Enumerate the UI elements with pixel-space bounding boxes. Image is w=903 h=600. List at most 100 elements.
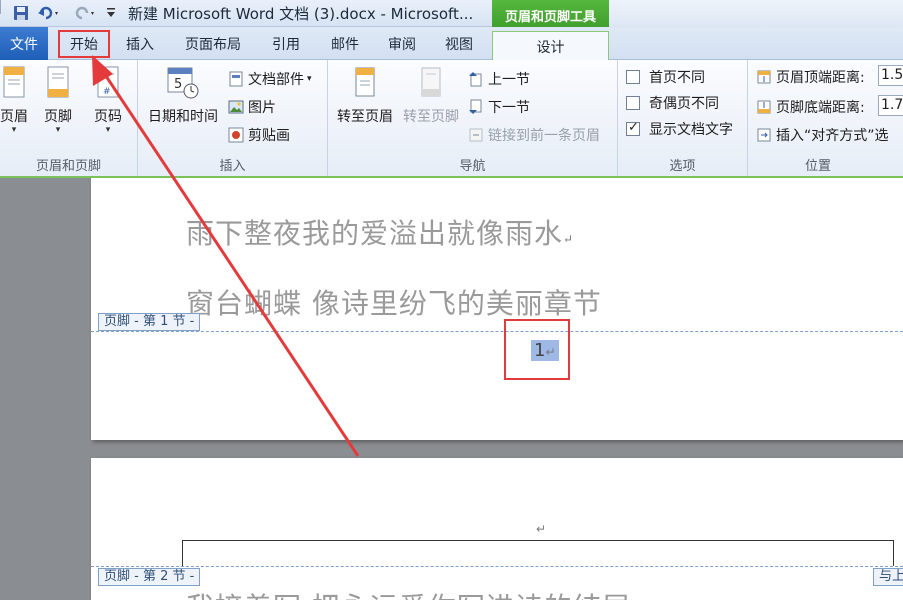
tab-design[interactable]: 设计 — [492, 31, 609, 61]
dropdown-arrow-icon: ▾ — [307, 74, 312, 84]
title-bar: 新建 Microsoft Word 文档 (3).docx - Microsof… — [0, 0, 903, 31]
alignment-tab-icon — [757, 128, 771, 142]
dropdown-arrow-icon: ▾ — [55, 125, 61, 135]
tab-file[interactable]: 文件 — [0, 27, 48, 60]
svg-text:#: # — [103, 87, 111, 97]
link-to-previous-button[interactable]: 链接到前一条页眉 — [468, 124, 600, 146]
body-line-2[interactable]: 窗台蝴蝶 像诗里纷飞的美丽章节 — [186, 282, 602, 322]
calendar-clock-icon: 5 — [167, 67, 199, 99]
dropdown-arrow-icon: ▾ — [105, 125, 111, 135]
link-icon — [469, 128, 483, 142]
footer-position-icon — [757, 100, 771, 114]
page-1[interactable]: 雨下整夜我的爱溢出就像雨水↵ 窗台蝴蝶 像诗里纷飞的美丽章节 页脚 - 第 1 … — [91, 178, 903, 440]
footer-from-bottom-row: 页脚底端距离: — [756, 96, 865, 118]
picture-button[interactable]: 图片 — [228, 96, 276, 118]
body-line-3[interactable]: 我接着写 把永远爱你写进诗的结尾 — [186, 586, 631, 600]
page-number-label: 页码 — [94, 109, 122, 125]
ribbon: 页眉 ▾ 页脚 ▾ # 页码 ▾ 页眉和页脚 5 日期和时间 文档部件 ▾ 图片 — [0, 60, 903, 178]
insert-alignment-tab-label: 插入“对齐方式”选 — [776, 128, 889, 144]
previous-section-button[interactable]: 上一节 — [468, 68, 530, 90]
previous-section-icon — [469, 72, 482, 87]
footer-distance-input[interactable]: 1.7 — [878, 95, 903, 116]
goto-footer-label: 转至页脚 — [403, 109, 459, 125]
quick-parts-icon — [229, 71, 243, 87]
save-icon[interactable] — [12, 4, 30, 22]
footer-boundary — [91, 566, 903, 567]
quick-parts-button[interactable]: 文档部件 ▾ — [228, 68, 312, 90]
window-title: 新建 Microsoft Word 文档 (3).docx - Microsof… — [128, 5, 474, 23]
insert-alignment-tab-button[interactable]: 插入“对齐方式”选 — [756, 124, 889, 146]
tab-page-layout[interactable]: 页面布局 — [178, 30, 248, 58]
ribbon-tabs: 文件 开始 插入 页面布局 引用 邮件 审阅 视图 设计 — [0, 27, 903, 61]
header-table-border — [182, 540, 894, 566]
paragraph-mark: ↵ — [536, 522, 547, 536]
page-2[interactable]: ↵ 页脚 - 第 2 节 - 与上 我接着写 把永远爱你写进诗的结尾 — [91, 458, 903, 600]
page-number-highlight-box — [504, 319, 570, 380]
clipart-label: 剪贴画 — [248, 128, 290, 144]
picture-label: 图片 — [248, 100, 276, 116]
footer-section-tag: 页脚 - 第 2 节 - — [98, 568, 201, 586]
different-odd-even-checkbox[interactable]: 奇偶页不同 — [626, 92, 719, 114]
checkbox-box[interactable] — [626, 120, 640, 136]
different-first-page-checkbox[interactable]: 首页不同 — [626, 66, 705, 88]
group-position: 页眉顶端距离: 1.5 页脚底端距离: 1.7 插入“对齐方式”选 位置 — [748, 60, 903, 176]
different-odd-even-label: 奇偶页不同 — [649, 96, 719, 112]
dropdown-arrow-icon: ▾ — [11, 125, 17, 135]
header-from-top-label: 页眉顶端距离: — [776, 70, 865, 86]
goto-header-label: 转至页眉 — [337, 109, 393, 125]
tab-review[interactable]: 审阅 — [381, 30, 423, 58]
next-section-button[interactable]: 下一节 — [468, 96, 530, 118]
clipart-icon — [228, 127, 244, 143]
picture-icon — [228, 100, 244, 114]
body-line-1[interactable]: 雨下整夜我的爱溢出就像雨水↵ — [186, 212, 574, 252]
tab-mailings[interactable]: 邮件 — [324, 30, 366, 58]
footer-boundary — [91, 331, 903, 332]
document-area[interactable]: 雨下整夜我的爱溢出就像雨水↵ 窗台蝴蝶 像诗里纷飞的美丽章节 页脚 - 第 1 … — [0, 178, 903, 600]
date-time-label: 日期和时间 — [148, 109, 218, 125]
show-document-text-checkbox[interactable]: 显示文档文字 — [626, 118, 733, 140]
group-options: 首页不同 奇偶页不同 显示文档文字 选项 — [618, 60, 748, 176]
goto-footer-icon — [421, 67, 441, 97]
checkbox-box[interactable] — [626, 70, 640, 84]
header-position-icon — [757, 70, 771, 84]
next-section-label: 下一节 — [488, 100, 530, 116]
goto-header-icon — [355, 67, 375, 97]
group-label: 页眉和页脚 — [35, 159, 101, 174]
quick-access-divider — [0, 0, 1, 14]
paragraph-mark: ↵ — [563, 232, 575, 246]
goto-header-button[interactable]: 转至页眉 — [332, 66, 398, 146]
title-bar-right — [609, 0, 903, 27]
previous-section-label: 上一节 — [488, 72, 530, 88]
page-number-button[interactable]: # 页码 ▾ — [80, 66, 136, 146]
link-to-previous-label: 链接到前一条页眉 — [488, 128, 600, 144]
group-label: 位置 — [804, 159, 831, 174]
group-header-footer: 页眉 ▾ 页脚 ▾ # 页码 ▾ 页眉和页脚 — [0, 60, 138, 176]
header-distance-input[interactable]: 1.5 — [878, 65, 903, 86]
date-time-button[interactable]: 5 日期和时间 — [144, 66, 222, 146]
goto-footer-button[interactable]: 转至页脚 — [398, 66, 464, 146]
footer-button[interactable]: 页脚 ▾ — [30, 66, 86, 146]
svg-text:5: 5 — [174, 77, 182, 92]
redo-icon[interactable] — [72, 4, 98, 22]
page-number-icon: # — [97, 66, 119, 98]
next-section-icon — [469, 99, 482, 114]
footer-from-bottom-label: 页脚底端距离: — [776, 100, 865, 116]
group-label: 选项 — [669, 159, 696, 174]
tab-home[interactable]: 开始 — [58, 30, 110, 58]
tab-view[interactable]: 视图 — [438, 30, 480, 58]
group-label: 插入 — [219, 159, 246, 174]
tab-insert[interactable]: 插入 — [120, 30, 160, 58]
header-icon — [3, 66, 25, 98]
tab-references[interactable]: 引用 — [264, 30, 308, 58]
header-label: 页眉 — [0, 109, 28, 125]
same-as-previous-tag: 与上 — [873, 568, 903, 586]
body-line-1-text: 雨下整夜我的爱溢出就像雨水 — [186, 217, 564, 250]
clipart-button[interactable]: 剪贴画 — [228, 124, 290, 146]
footer-label: 页脚 — [44, 109, 72, 125]
undo-icon[interactable] — [36, 4, 62, 22]
checkbox-box[interactable] — [626, 96, 640, 110]
group-label: 导航 — [459, 159, 486, 174]
group-insert: 5 日期和时间 文档部件 ▾ 图片 剪贴画 插入 — [138, 60, 328, 176]
group-navigation: 转至页眉 转至页脚 上一节 下一节 链接到前一条页眉 导航 — [328, 60, 618, 176]
customize-icon[interactable] — [104, 4, 118, 22]
